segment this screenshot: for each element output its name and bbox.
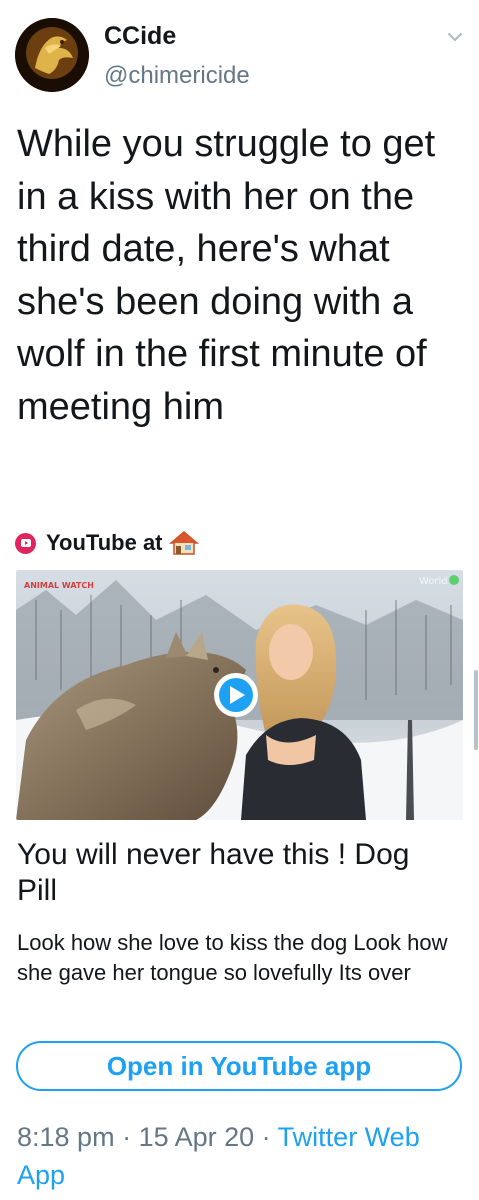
open-in-youtube-button[interactable]: Open in YouTube app — [16, 1041, 462, 1091]
meta-separator: · — [254, 1122, 278, 1152]
tweet-text: While you struggle to get in a kiss with… — [17, 123, 436, 428]
tweet-metadata: 8:18 pm · 15 Apr 20 · Twitter Web App — [17, 1118, 467, 1194]
card-source: YouTube at — [15, 528, 199, 558]
wolf-kiss-thumbnail: ANIMAL WATCH World — [16, 570, 463, 820]
chevron-down-icon[interactable] — [446, 30, 464, 44]
tweet-date: 15 Apr 20 — [138, 1122, 255, 1152]
meta-separator: · — [114, 1122, 139, 1152]
card-title[interactable]: You will never have this ! Dog Pill — [17, 837, 457, 909]
video-thumbnail[interactable]: ANIMAL WATCH World — [16, 570, 463, 820]
griffin-emblem-icon — [15, 18, 89, 92]
source-label: YouTube at — [46, 530, 163, 555]
watermark-right: World — [419, 576, 448, 587]
avatar[interactable] — [15, 18, 89, 92]
watermark-left: ANIMAL WATCH — [24, 581, 94, 590]
youtube-icon — [15, 532, 36, 554]
play-button-icon[interactable] — [214, 673, 258, 717]
card-description: Look how she love to kiss the dog Look h… — [17, 930, 448, 985]
scrollbar[interactable] — [474, 670, 478, 750]
tweet-time: 8:18 pm — [17, 1122, 115, 1152]
display-name[interactable]: CCide — [104, 22, 176, 51]
user-handle[interactable]: @chimericide — [104, 62, 250, 90]
house-icon — [168, 531, 199, 555]
